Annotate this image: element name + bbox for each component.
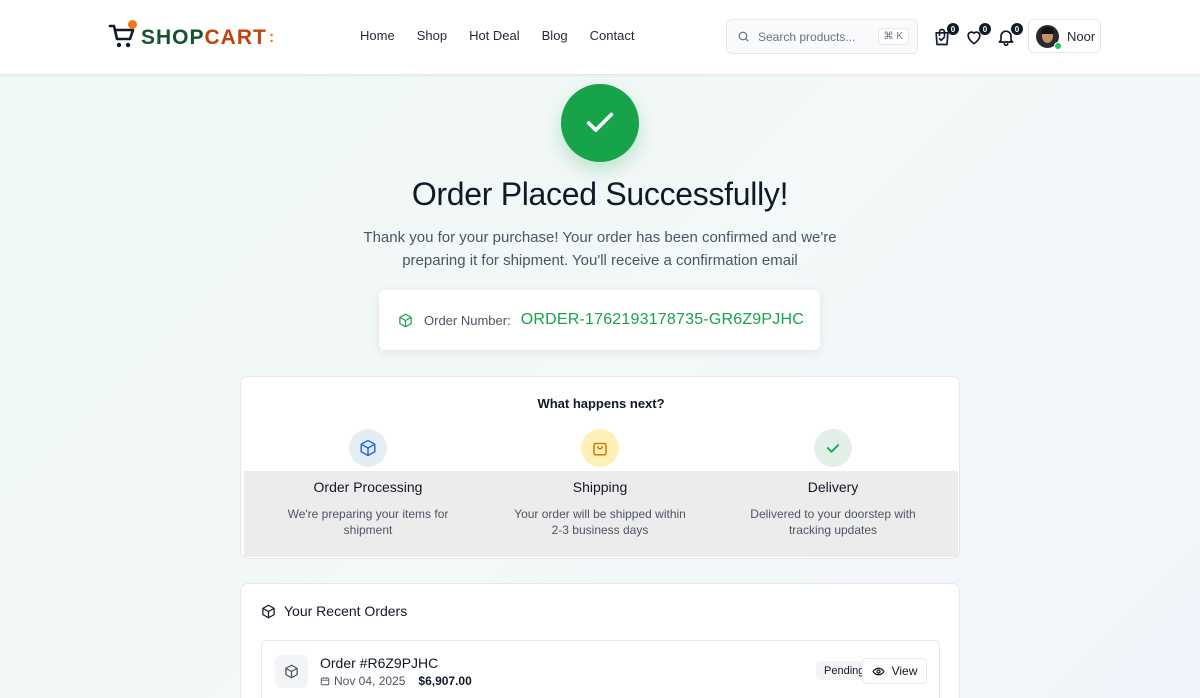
notifications-button[interactable]: 0 [996,23,1023,47]
order-number-value: ORDER-1762193178735-GR6Z9PJHC [520,311,804,328]
logo-dot [128,20,137,29]
success-check-icon [561,84,639,162]
order-meta: Nov 04, 2025 $6,907.00 [320,674,472,688]
recent-orders-title: Your Recent Orders [284,603,408,619]
order-row[interactable]: Order #R6Z9PJHC Nov 04, 2025 $6,907.00 P… [261,640,940,698]
brand-name-part1: SHOP [141,26,205,49]
package-icon [399,313,412,327]
order-date: Nov 04, 2025 [334,674,406,688]
order-number-card: Order Number: ORDER-1762193178735-GR6Z9P… [379,290,820,350]
step-shipping: Shipping Your order will be shipped with… [484,429,716,538]
cart-button[interactable]: 0 [932,23,959,47]
site-header: SHOPCART : Home Shop Hot Deal Blog Conta… [0,0,1200,75]
online-status-dot [1054,41,1062,50]
search-shortcut-hint: ⌘ K [877,28,909,45]
step-title: Order Processing [313,479,423,495]
cart-logo-icon [108,20,137,50]
search-icon [738,31,749,42]
check-icon [814,429,852,467]
notifications-count-badge: 0 [1011,23,1023,35]
step-description: We're preparing your items for shipment [287,507,449,537]
confirmation-message: Thank you for your purchase! Your order … [363,229,837,269]
calendar-icon [320,677,330,686]
eye-icon [872,667,885,675]
wishlist-count-badge: 0 [979,23,991,35]
brand-name-part2: CART [204,26,267,49]
shopcart-logo[interactable]: SHOPCART : [108,20,274,52]
nav-hot-deal[interactable]: Hot Deal [469,28,520,43]
recent-orders-header: Your Recent Orders [261,603,407,619]
page-title: Order Placed Successfully! [411,176,789,212]
order-id: Order #R6Z9PJHC [320,655,439,671]
order-number-label: Order Number: [424,312,511,328]
next-steps-card: What happens next? Order Processing We'r… [240,376,960,559]
main-nav: Home Shop Hot Deal Blog Contact [360,28,634,43]
brand-name: SHOPCART [141,26,267,50]
step-description: Delivered to your doorstep with tracking… [750,507,916,537]
package-icon [349,429,387,467]
step-title: Delivery [807,479,859,495]
step-title: Shipping [572,479,628,495]
view-order-label: View [891,664,918,678]
shopping-bag-icon [581,429,619,467]
package-icon [275,655,308,688]
package-icon [262,604,275,618]
user-menu-button[interactable]: Noor [1028,19,1101,53]
next-steps-title: What happens next? [537,396,665,411]
wishlist-button[interactable]: 0 [964,23,991,47]
step-delivery: Delivery Delivered to your doorstep with… [717,429,949,538]
nav-blog[interactable]: Blog [542,28,568,43]
step-order-processing: Order Processing We're preparing your it… [252,429,484,538]
recent-orders-card: Your Recent Orders Order #R6Z9PJHC Nov 0… [240,583,960,698]
nav-contact[interactable]: Contact [590,28,635,43]
nav-home[interactable]: Home [360,28,395,43]
brand-colon: : [268,29,275,46]
view-order-button[interactable]: View [862,658,927,684]
order-total: $6,907.00 [418,674,472,688]
step-description: Your order will be shipped within 2-3 bu… [514,507,686,537]
avatar [1036,24,1062,50]
search-input[interactable] [758,29,876,44]
nav-shop[interactable]: Shop [417,28,447,43]
user-name: Noor [1067,28,1096,44]
search-bar[interactable]: ⌘ K [726,19,918,54]
cart-count-badge: 0 [947,23,959,35]
